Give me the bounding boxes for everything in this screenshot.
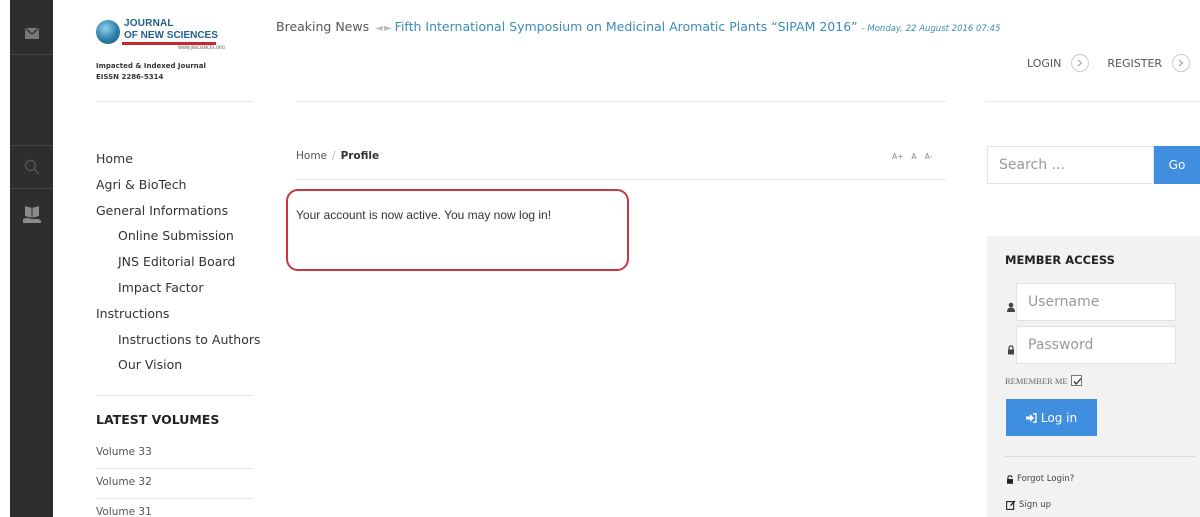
user-icon	[1006, 297, 1016, 312]
member-access-title: MEMBER ACCESS	[1005, 253, 1115, 267]
sign-up-label: Sign up	[1019, 500, 1052, 510]
font-increase-button[interactable]: A+	[892, 152, 903, 161]
username-field[interactable]: Username	[1016, 283, 1176, 321]
breadcrumb-home[interactable]: Home	[296, 150, 327, 162]
nav-item-online-submission[interactable]: Online Submission	[96, 226, 256, 252]
divider	[296, 179, 946, 180]
divider	[96, 468, 254, 469]
forgot-login-label: Forgot Login?	[1017, 474, 1075, 484]
remember-me[interactable]: REMEMBER ME	[1005, 375, 1082, 386]
volume-link[interactable]: Volume 33	[96, 446, 152, 458]
register-link[interactable]: REGISTER	[1107, 57, 1162, 70]
rail-divider	[10, 145, 53, 146]
globe-icon	[96, 20, 120, 44]
nav-item-home[interactable]: Home	[96, 149, 256, 175]
breaking-news: Breaking News ◄ ► Fifth International Symp…	[276, 19, 1001, 34]
nav-item-editorial-board[interactable]: JNS Editorial Board	[96, 252, 256, 278]
account-links: LOGIN REGISTER	[1027, 54, 1200, 72]
site-logo[interactable]: JOURNAL OF NEW SCIENCES WWW.JNSCIENCES.O…	[96, 14, 256, 94]
breadcrumb-separator: /	[332, 150, 336, 162]
nav-item-instructions[interactable]: Instructions	[96, 304, 256, 330]
nav-item-agri-biotech[interactable]: Agri & BioTech	[96, 175, 256, 201]
side-rail	[10, 0, 53, 517]
forgot-login-link[interactable]: Forgot Login?	[1006, 474, 1074, 484]
nav-item-impact-factor[interactable]: Impact Factor	[96, 278, 256, 304]
news-arrows-icon[interactable]: ◄ ►	[375, 23, 392, 34]
font-size-tools: A+ A A-	[892, 152, 940, 161]
font-reset-button[interactable]: A	[911, 152, 916, 161]
login-button[interactable]: Log in	[1006, 399, 1097, 436]
sign-in-icon	[1025, 412, 1037, 423]
nav-item-general-informations[interactable]: General Informations	[96, 201, 256, 227]
divider	[96, 395, 254, 396]
login-link[interactable]: LOGIN	[1027, 57, 1061, 70]
nav-item-our-vision[interactable]: Our Vision	[96, 355, 256, 381]
highlight-box	[286, 189, 629, 271]
logo-title-line2: OF NEW SCIENCES	[124, 30, 218, 41]
nav-item-instructions-to-authors[interactable]: Instructions to Authors	[96, 330, 261, 356]
volume-link[interactable]: Volume 32	[96, 476, 152, 488]
latest-volumes-heading: LATEST VOLUMES	[96, 412, 220, 427]
login-button-label: Log in	[1040, 410, 1078, 425]
activation-message: Your account is now active. You may now …	[296, 208, 552, 222]
breadcrumb-current: Profile	[340, 150, 380, 162]
logo-issn: EISSN 2286-5314	[96, 73, 164, 81]
lock-icon	[1006, 340, 1016, 355]
search-button[interactable]: Go	[1154, 146, 1200, 184]
book-hand-icon[interactable]	[10, 194, 53, 234]
remember-me-checkbox[interactable]	[1070, 375, 1082, 386]
remember-me-label: REMEMBER ME	[1005, 375, 1068, 386]
edit-icon	[1006, 500, 1016, 510]
logo-url: WWW.JNSCIENCES.ORG	[178, 45, 226, 50]
news-link[interactable]: Fifth International Symposium on Medicin…	[395, 19, 858, 34]
news-date: - Monday, 22 August 2016 07:45	[861, 24, 1001, 34]
volume-link[interactable]: Volume 31	[96, 506, 152, 517]
sign-up-link[interactable]: Sign up	[1006, 500, 1051, 510]
news-label: Breaking News	[276, 19, 370, 34]
chevron-right-icon[interactable]	[1172, 54, 1191, 72]
divider	[296, 101, 946, 102]
divider	[1005, 456, 1195, 457]
divider	[96, 498, 254, 499]
logo-tagline: Impacted & Indexed Journal	[96, 62, 206, 70]
logo-title-line1: JOURNAL	[124, 18, 174, 29]
chevron-right-icon[interactable]	[1071, 54, 1090, 72]
rail-divider	[10, 188, 53, 189]
divider	[987, 101, 1200, 102]
lock-icon	[1007, 474, 1013, 484]
envelope-icon[interactable]	[10, 13, 53, 53]
search-icon[interactable]	[10, 147, 53, 187]
rail-divider	[10, 54, 53, 55]
search-input[interactable]: Search ...	[987, 146, 1154, 184]
password-field[interactable]: Password	[1016, 326, 1176, 364]
breadcrumb: Home / Profile	[296, 150, 379, 162]
font-decrease-button[interactable]: A-	[925, 152, 933, 161]
main-nav: Home Agri & BioTech General Informations…	[96, 149, 261, 381]
divider	[96, 101, 254, 102]
